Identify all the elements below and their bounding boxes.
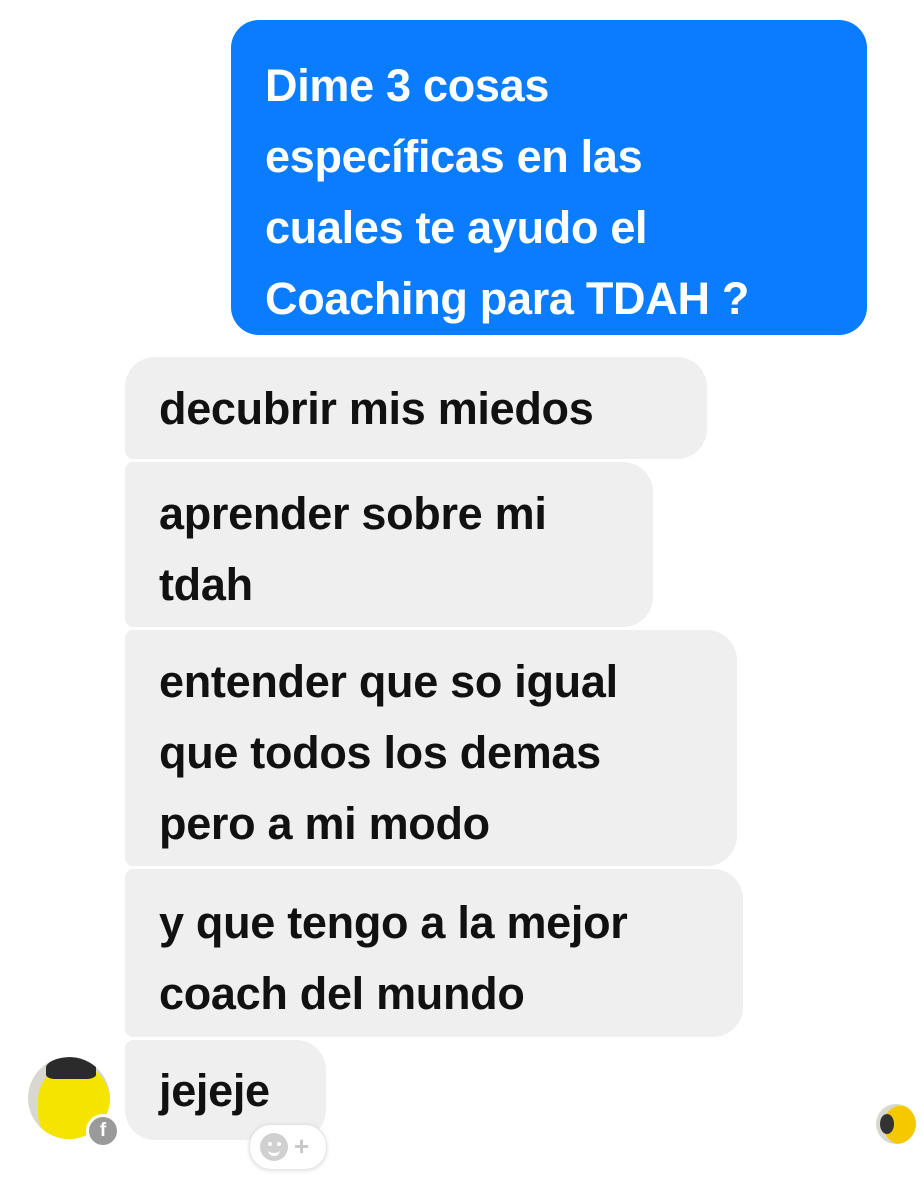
- received-message-bubble[interactable]: aprender sobre mi tdah: [125, 462, 653, 627]
- message-text-line: jejeje: [159, 1065, 270, 1116]
- message-text-line: cuales te ayudo el: [265, 202, 648, 253]
- message-text-line: específicas en las: [265, 131, 643, 182]
- message-text-line: decubrir mis miedos: [159, 383, 594, 434]
- add-reaction-button[interactable]: +: [249, 1124, 327, 1170]
- message-text-line: Coaching para TDAH ?: [265, 273, 750, 324]
- chat-thread: Dime 3 cosas específicas en las cuales t…: [0, 0, 923, 1200]
- message-text-line: pero a mi modo: [159, 798, 490, 849]
- received-message-bubble[interactable]: y que tengo a la mejor coach del mundo: [125, 869, 743, 1037]
- sent-message-bubble[interactable]: Dime 3 cosas específicas en las cuales t…: [231, 20, 867, 335]
- message-text-line: entender que so igual: [159, 656, 618, 707]
- message-text-line: que todos los demas: [159, 727, 601, 778]
- message-text-line: coach del mundo: [159, 968, 525, 1019]
- received-message-bubble[interactable]: entender que so igual que todos los dema…: [125, 630, 737, 866]
- received-message-bubble[interactable]: decubrir mis miedos: [125, 357, 707, 459]
- read-receipt-avatar-icon: [876, 1104, 916, 1144]
- facebook-icon: f: [86, 1114, 120, 1148]
- plus-icon: +: [294, 1131, 310, 1161]
- message-text-line: y que tengo a la mejor: [159, 897, 628, 948]
- message-text-line: aprender sobre mi: [159, 488, 547, 539]
- message-text-line: tdah: [159, 559, 253, 610]
- read-receipt-hair: [880, 1114, 894, 1134]
- smiley-icon: [260, 1133, 288, 1161]
- message-text-line: Dime 3 cosas: [265, 60, 550, 111]
- avatar-hair: [46, 1057, 96, 1079]
